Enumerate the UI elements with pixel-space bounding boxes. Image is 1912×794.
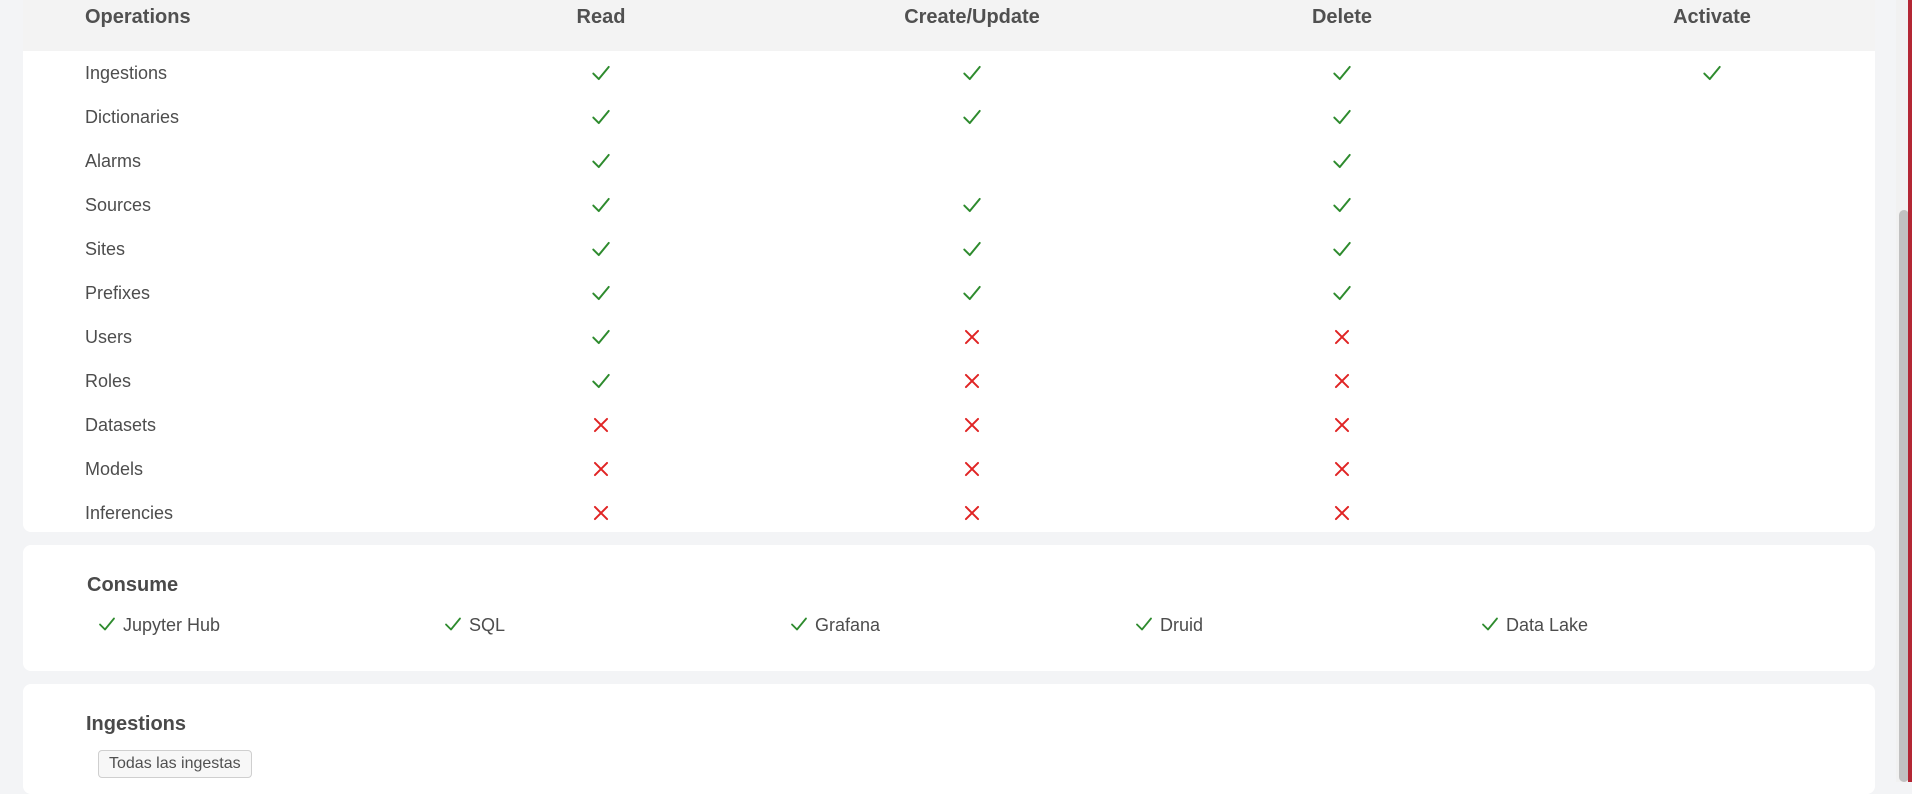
consume-item-label: Data Lake bbox=[1506, 615, 1589, 635]
table-row: Dictionaries bbox=[23, 95, 1875, 139]
cross-icon bbox=[590, 502, 612, 524]
check-icon bbox=[99, 617, 115, 631]
table-row: Models bbox=[23, 447, 1875, 491]
check-icon bbox=[961, 282, 983, 304]
cross-icon bbox=[1331, 414, 1353, 436]
column-header-activate: Activate bbox=[1673, 6, 1751, 28]
check-icon bbox=[1331, 62, 1353, 84]
table-row: Inferencies bbox=[23, 491, 1875, 535]
cross-icon bbox=[961, 458, 983, 480]
consume-item-label: Druid bbox=[1160, 615, 1204, 635]
check-icon bbox=[590, 238, 612, 260]
accent-edge bbox=[1908, 0, 1912, 782]
cross-icon bbox=[961, 370, 983, 392]
consume-card: Consume Jupyter Hub SQL Grafana Druid Data L… bbox=[23, 545, 1875, 671]
check-icon bbox=[1331, 106, 1353, 128]
check-icon bbox=[791, 617, 807, 631]
check-icon bbox=[1331, 282, 1353, 304]
consume-item-label: SQL bbox=[469, 615, 506, 635]
check-icon bbox=[1482, 617, 1498, 631]
table-row: Prefixes bbox=[23, 271, 1875, 315]
consume-item: Druid bbox=[1134, 612, 1203, 638]
table-row: Ingestions bbox=[23, 51, 1875, 95]
check-icon bbox=[590, 326, 612, 348]
table-row: Alarms bbox=[23, 139, 1875, 183]
column-header-delete: Delete bbox=[1311, 6, 1373, 28]
row-label: Alarms bbox=[85, 151, 142, 171]
check-icon bbox=[961, 238, 983, 260]
permissions-table-header: Operations Read Create/Update Delete Act… bbox=[23, 0, 1875, 51]
consume-item: Data Lake bbox=[1480, 612, 1588, 638]
consume-item: SQL bbox=[443, 612, 505, 638]
check-icon bbox=[1701, 62, 1723, 84]
consume-item-label: Jupyter Hub bbox=[123, 615, 221, 635]
check-icon bbox=[590, 370, 612, 392]
check-icon bbox=[590, 150, 612, 172]
ingestions-card: Ingestions Todas las ingestas bbox=[23, 684, 1875, 794]
row-label: Roles bbox=[85, 371, 132, 391]
table-row: Users bbox=[23, 315, 1875, 359]
cross-icon bbox=[1331, 458, 1353, 480]
row-label: Prefixes bbox=[85, 283, 151, 303]
row-label: Dictionaries bbox=[85, 107, 180, 127]
row-label: Ingestions bbox=[85, 63, 168, 83]
table-row: Sources bbox=[23, 183, 1875, 227]
check-icon bbox=[1331, 194, 1353, 216]
cross-icon bbox=[1331, 326, 1353, 348]
cross-icon bbox=[1331, 370, 1353, 392]
check-icon bbox=[1136, 617, 1152, 631]
check-icon bbox=[961, 194, 983, 216]
column-header-read: Read bbox=[576, 6, 626, 28]
cross-icon bbox=[961, 414, 983, 436]
cross-icon bbox=[1331, 502, 1353, 524]
consume-item: Jupyter Hub bbox=[97, 612, 220, 638]
cross-icon bbox=[961, 326, 983, 348]
check-icon bbox=[590, 282, 612, 304]
table-row: Datasets bbox=[23, 403, 1875, 447]
check-icon bbox=[961, 106, 983, 128]
column-header-operations: Operations bbox=[85, 6, 191, 28]
permissions-card: Operations Read Create/Update Delete Act… bbox=[23, 0, 1875, 532]
check-icon bbox=[1331, 238, 1353, 260]
consume-item-label: Grafana bbox=[815, 615, 881, 635]
ingestions-title: Ingestions bbox=[86, 713, 187, 735]
check-icon bbox=[590, 106, 612, 128]
row-label: Datasets bbox=[85, 415, 157, 435]
check-icon bbox=[961, 62, 983, 84]
row-label: Models bbox=[85, 459, 144, 479]
row-label: Users bbox=[85, 327, 133, 347]
check-icon bbox=[1331, 150, 1353, 172]
cross-icon bbox=[961, 502, 983, 524]
column-header-create-update: Create/Update bbox=[904, 6, 1040, 28]
row-label: Sources bbox=[85, 195, 152, 215]
row-label: Inferencies bbox=[85, 503, 174, 523]
row-label: Sites bbox=[85, 239, 126, 259]
check-icon bbox=[590, 62, 612, 84]
table-row: Roles bbox=[23, 359, 1875, 403]
consume-item: Grafana bbox=[789, 612, 880, 638]
consume-title: Consume bbox=[87, 574, 179, 596]
cross-icon bbox=[590, 458, 612, 480]
all-ingestions-tag[interactable]: Todas las ingestas bbox=[98, 750, 252, 778]
check-icon bbox=[445, 617, 461, 631]
check-icon bbox=[590, 194, 612, 216]
cross-icon bbox=[590, 414, 612, 436]
table-row: Sites bbox=[23, 227, 1875, 271]
